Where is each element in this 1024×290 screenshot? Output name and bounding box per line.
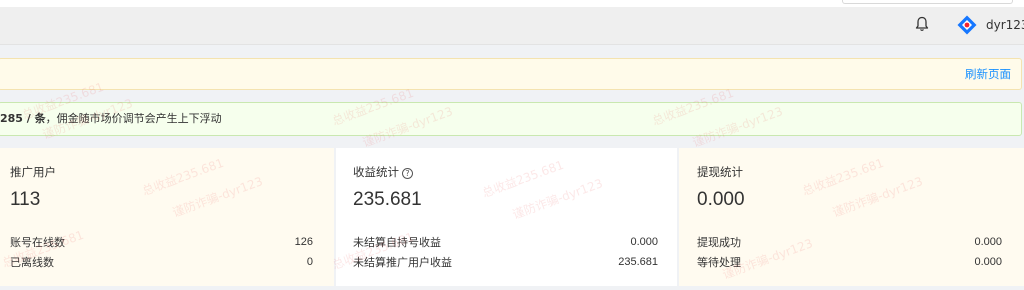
refresh-page-link[interactable]: 刷新页面 xyxy=(965,66,1011,82)
username[interactable]: dyr123 xyxy=(986,17,1024,33)
row-label: 未结算自持号收益 xyxy=(353,236,441,249)
card-value: 235.681 xyxy=(353,189,422,210)
page-bottom xyxy=(0,286,1024,290)
row-value: 0.000 xyxy=(974,256,1002,268)
card-value: 0.000 xyxy=(697,189,745,210)
logo-icon xyxy=(957,15,977,35)
info-count: 285 / 条 xyxy=(0,112,46,125)
row-label: 提现成功 xyxy=(697,236,741,249)
row-value: 235.681 xyxy=(618,256,658,268)
card-title: 收益统计 xyxy=(353,165,399,179)
question-circle-icon[interactable]: ? xyxy=(402,168,413,179)
row-label: 已离线数 xyxy=(10,256,54,269)
row-label: 账号在线数 xyxy=(10,236,65,249)
card-value: 113 xyxy=(10,189,41,210)
notice-bar xyxy=(0,58,1022,90)
row-value: 0.000 xyxy=(630,236,658,248)
card-title-wrap: 收益统计? xyxy=(353,164,413,180)
top-header xyxy=(0,7,1024,45)
info-message: 佣金随市场价调节会产生上下浮动 xyxy=(56,112,222,125)
card-title: 提现统计 xyxy=(697,165,743,179)
row-label: 等待处理 xyxy=(697,256,741,269)
card-title: 推广用户 xyxy=(10,165,56,179)
bell-icon[interactable] xyxy=(915,16,929,32)
income-stats-card: 收益统计? 235.681 未结算自持号收益 0.000 未结算推广用户收益 2… xyxy=(336,148,677,286)
info-alert-text: 285 / 条，佣金随市场价调节会产生上下浮动 xyxy=(0,111,222,127)
row-value: 0 xyxy=(306,256,313,268)
top-select-box[interactable] xyxy=(842,0,1013,4)
info-separator: ， xyxy=(45,112,57,125)
top-strip xyxy=(0,0,1024,7)
row-value: 126 xyxy=(294,236,313,248)
promotion-users-card: 推广用户 113 账号在线数 126 已离线数 0 xyxy=(0,148,334,286)
withdraw-stats-card: 提现统计 0.000 提现成功 0.000 等待处理 0.000 xyxy=(679,148,1024,286)
row-value: 0.000 xyxy=(974,236,1002,248)
row-label: 未结算推广用户收益 xyxy=(353,256,452,269)
